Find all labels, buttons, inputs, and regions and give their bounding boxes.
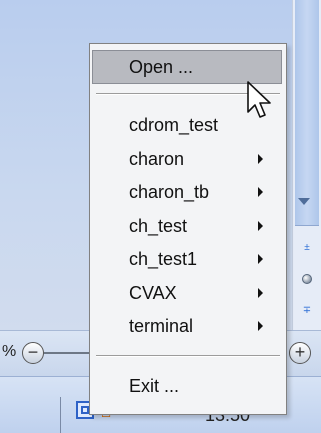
menu-separator (96, 355, 280, 357)
select-browse-object-icon[interactable] (302, 274, 312, 284)
submenu-arrow-icon (258, 288, 263, 298)
scroll-down-icon[interactable] (298, 198, 310, 205)
menu-item-label: terminal (129, 316, 194, 336)
taskbar-divider (60, 397, 61, 433)
submenu-arrow-icon (258, 254, 263, 264)
submenu-arrow-icon (258, 321, 263, 331)
menu-item-ch-test[interactable]: ch_test (92, 209, 282, 243)
mouse-pointer-icon (247, 81, 271, 118)
zoom-slider-track[interactable] (44, 352, 94, 354)
menu-item-label: CVAX (129, 283, 177, 303)
submenu-arrow-icon (258, 187, 263, 197)
menu-item-charon[interactable]: charon (92, 142, 282, 176)
menu-item-cvax[interactable]: CVAX (92, 276, 282, 310)
zoom-percent-label: % (2, 343, 17, 360)
zoom-out-button[interactable]: − (22, 342, 44, 364)
menu-item-ch-test1[interactable]: ch_test1 (92, 242, 282, 276)
next-page-icon[interactable]: ∓ (302, 305, 312, 317)
scroll-track[interactable] (295, 0, 319, 226)
menu-item-label: charon (129, 149, 185, 169)
menu-item-open[interactable]: Open ... (92, 50, 282, 84)
menu-item-label: ch_test (129, 216, 188, 236)
menu-item-label: charon_tb (129, 182, 210, 202)
menu-item-exit[interactable]: Exit ... (92, 369, 282, 403)
menu-item-terminal[interactable]: terminal (92, 309, 282, 343)
zoom-in-button[interactable]: + (289, 342, 311, 364)
menu-item-charon-tb[interactable]: charon_tb (92, 175, 282, 209)
previous-page-icon[interactable]: ± (302, 242, 312, 254)
vertical-scrollbar[interactable]: ± ∓ (292, 0, 321, 330)
submenu-arrow-icon (258, 221, 263, 231)
menu-item-label: ch_test1 (129, 249, 198, 269)
submenu-arrow-icon (258, 154, 263, 164)
